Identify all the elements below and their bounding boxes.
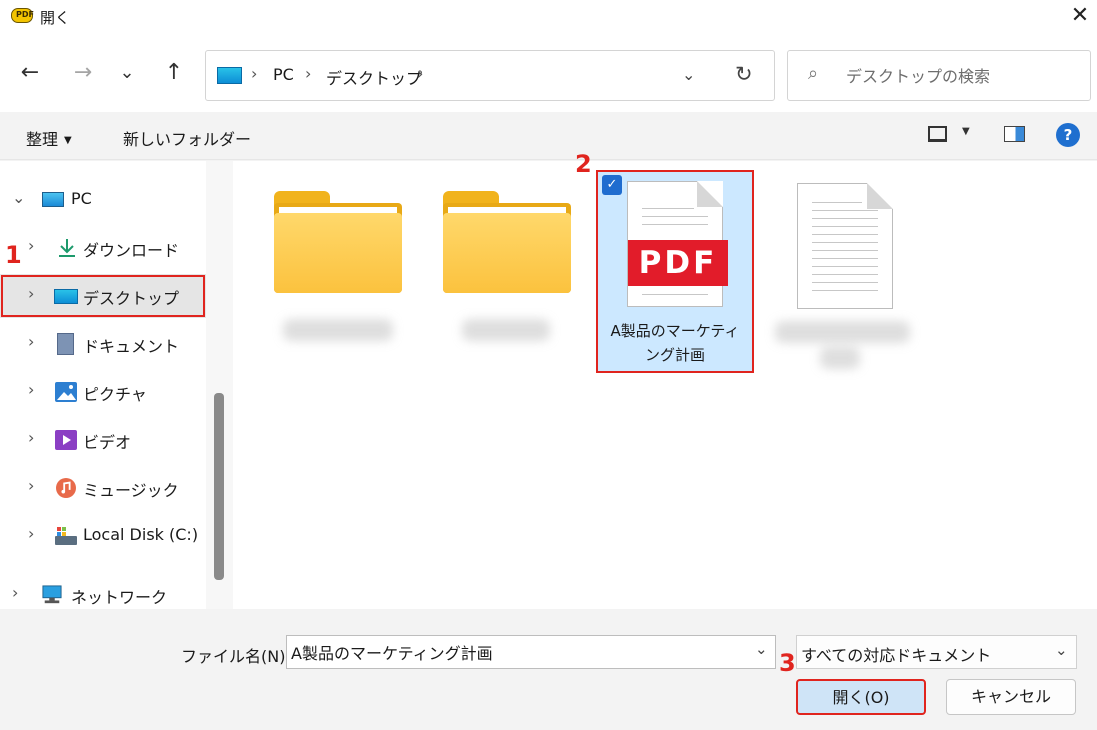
chevron-right-icon[interactable]: › xyxy=(28,428,34,447)
view-mode-icon[interactable] xyxy=(928,126,947,142)
cancel-button[interactable]: キャンセル xyxy=(946,679,1076,715)
close-icon[interactable]: ✕ xyxy=(1066,2,1094,30)
chevron-right-icon[interactable]: › xyxy=(28,476,34,495)
search-icon: ⌕ xyxy=(808,63,819,84)
text-file-icon xyxy=(797,183,893,309)
breadcrumb-separator-icon[interactable]: › xyxy=(417,64,423,83)
sidebar-item-videos[interactable]: › ビデオ xyxy=(0,418,206,462)
search-input[interactable] xyxy=(846,65,1076,87)
step-2-number: 2 xyxy=(575,150,592,178)
folder-icon xyxy=(443,191,571,293)
preview-pane-icon[interactable] xyxy=(1004,126,1025,142)
breadcrumb-separator-icon: › xyxy=(251,64,258,83)
up-arrow-icon[interactable]: ↑ xyxy=(159,58,189,88)
open-button[interactable]: 開く(O) xyxy=(796,679,926,715)
document-icon xyxy=(57,333,74,355)
search-box[interactable]: ⌕ xyxy=(787,50,1091,101)
title-bar: PDF 開く ✕ xyxy=(0,0,1097,34)
folder-icon xyxy=(274,191,402,293)
chevron-right-icon[interactable]: › xyxy=(12,583,18,602)
chevron-right-icon[interactable]: › xyxy=(28,380,34,399)
sidebar-item-pictures[interactable]: › ピクチャ xyxy=(0,370,206,414)
step-2-highlight xyxy=(596,170,754,373)
pictures-icon xyxy=(55,382,77,402)
chevron-down-icon[interactable]: ⌄ xyxy=(755,640,768,658)
breadcrumb-separator-icon: › xyxy=(305,64,312,83)
blurred-file-name xyxy=(462,319,550,341)
chevron-right-icon[interactable]: › xyxy=(28,332,34,351)
blurred-file-name xyxy=(283,319,393,341)
command-toolbar: 整理 ▼ 新しいフォルダー ▼ ? xyxy=(0,112,1097,160)
sidebar-item-label: ネットワーク xyxy=(71,588,168,607)
file-name-combobox[interactable]: ⌄ xyxy=(286,635,776,669)
sidebar-item-music[interactable]: › ミュージック xyxy=(0,466,206,510)
chevron-down-icon[interactable]: ⌄ xyxy=(12,188,25,207)
help-icon[interactable]: ? xyxy=(1056,123,1080,147)
navigation-bar: ← → ⌄ ↑ › PC › デスクトップ › ⌄ ↻ ⌕ xyxy=(0,34,1097,112)
view-caret-icon[interactable]: ▼ xyxy=(962,126,970,137)
chevron-right-icon[interactable]: › xyxy=(28,524,34,543)
dialog-footer: ファイル名(N): ⌄ すべての対応ドキュメント ⌄ 開く(O) キャンセル 3 xyxy=(0,609,1097,730)
monitor-icon xyxy=(42,192,64,207)
file-tile-folder-1[interactable] xyxy=(263,171,419,371)
file-tile-folder-2[interactable] xyxy=(432,171,588,371)
chevron-right-icon[interactable]: › xyxy=(28,236,34,255)
sidebar-item-label: ミュージック xyxy=(83,481,179,500)
address-dropdown-icon[interactable]: ⌄ xyxy=(682,65,695,84)
file-name-label: ファイル名(N): xyxy=(181,647,291,666)
blurred-file-name xyxy=(775,321,910,343)
sidebar-item-label: PC xyxy=(71,189,92,208)
step-1-highlight xyxy=(1,275,205,317)
file-type-value: すべての対応ドキュメント xyxy=(801,646,992,665)
download-icon xyxy=(59,239,75,257)
sidebar-item-label: ドキュメント xyxy=(83,337,180,356)
recent-locations-chevron-icon[interactable]: ⌄ xyxy=(112,58,142,88)
step-1-number: 1 xyxy=(5,241,22,269)
refresh-icon[interactable]: ↻ xyxy=(735,62,753,86)
file-tile-text[interactable] xyxy=(765,171,921,371)
sidebar-item-downloads[interactable]: › ダウンロード xyxy=(0,226,206,270)
desktop-location-icon xyxy=(217,67,242,84)
app-icon: PDF xyxy=(11,8,34,23)
app-icon-text: PDF xyxy=(16,10,34,19)
breadcrumb-desktop[interactable]: デスクトップ xyxy=(326,65,422,89)
video-icon xyxy=(55,430,77,450)
back-arrow-icon[interactable]: ← xyxy=(15,58,45,88)
sidebar-item-pc[interactable]: ⌄ PC xyxy=(0,178,206,222)
caret-down-icon: ▼ xyxy=(64,135,72,146)
window-title: 開く xyxy=(40,9,71,27)
chevron-down-icon[interactable]: ⌄ xyxy=(1055,641,1068,659)
organize-menu[interactable]: 整理 ▼ xyxy=(26,126,72,150)
blurred-file-name xyxy=(820,347,860,369)
sidebar-item-label: ビデオ xyxy=(83,433,132,452)
sidebar-item-label: ダウンロード xyxy=(83,241,180,260)
new-folder-button[interactable]: 新しいフォルダー xyxy=(123,126,251,150)
music-icon xyxy=(56,478,76,498)
navigation-pane: ⌄ PC › ダウンロード › デスクトップ › ドキュメント › ピクチャ ›… xyxy=(0,161,206,609)
organize-label: 整理 xyxy=(26,130,59,149)
sidebar-scrollbar[interactable] xyxy=(206,161,233,609)
step-3-number: 3 xyxy=(779,649,796,677)
disk-icon xyxy=(55,527,77,545)
file-type-select[interactable]: すべての対応ドキュメント ⌄ xyxy=(796,635,1077,669)
sidebar-item-local-disk[interactable]: › Local Disk (C:) xyxy=(0,514,206,558)
forward-arrow-icon[interactable]: → xyxy=(68,58,98,88)
sidebar-item-documents[interactable]: › ドキュメント xyxy=(0,322,206,366)
breadcrumb-pc[interactable]: PC xyxy=(273,65,294,84)
scrollbar-thumb[interactable] xyxy=(214,393,224,580)
sidebar-item-label: ピクチャ xyxy=(83,385,147,404)
address-bar[interactable]: › PC › デスクトップ › ⌄ ↻ xyxy=(205,50,775,101)
file-name-input[interactable] xyxy=(291,641,731,663)
network-icon xyxy=(42,585,62,604)
sidebar-item-label: Local Disk (C:) xyxy=(83,525,199,544)
